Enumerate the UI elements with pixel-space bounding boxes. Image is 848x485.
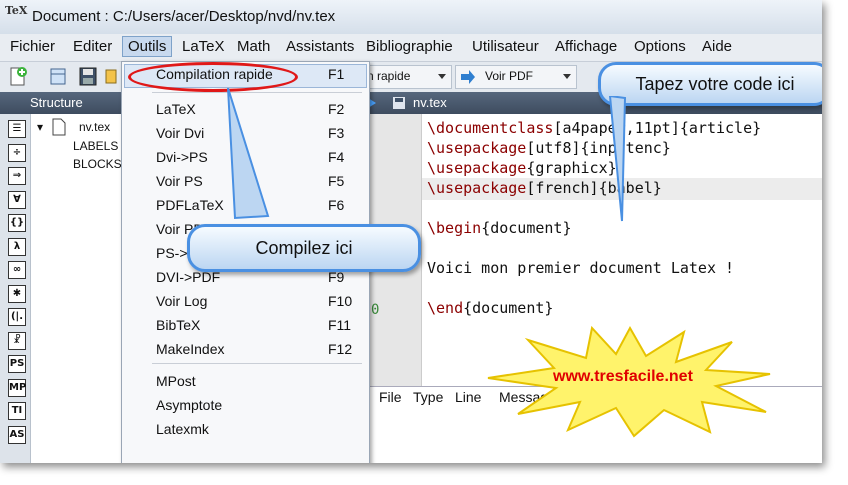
chevron-down-icon (563, 74, 571, 79)
view-pdf-label: Voir PDF (485, 69, 534, 83)
code-text: [a4paper,11pt]{article} (553, 119, 762, 137)
menu-fichier[interactable]: Fichier (10, 38, 55, 55)
menu-item[interactable]: Voir Dvi (156, 125, 204, 141)
symbol-button[interactable]: (|. (8, 308, 26, 326)
symbol-button[interactable]: ☰ (8, 120, 26, 138)
menu-item[interactable]: BibTeX (156, 317, 200, 333)
log-header-file[interactable]: File (379, 389, 402, 405)
code-line: \usepackage{graphicx} (427, 159, 617, 177)
arrow-right-icon (461, 70, 475, 84)
menu-item[interactable]: Asymptote (156, 397, 222, 413)
latex-command: \documentclass (427, 119, 554, 137)
menu-math[interactable]: Math (237, 38, 270, 55)
application-window: TeX Document : C:/Users/acer/Desktop/nvd… (0, 0, 822, 463)
menu-shortcut: F3 (328, 125, 345, 141)
menu-shortcut: F5 (328, 173, 345, 189)
menu-bar: Fichier Editer Outils LaTeX Math Assista… (0, 34, 822, 62)
code-text: Voici mon premier document Latex ! (427, 259, 735, 277)
menu-item[interactable]: LaTeX (156, 101, 196, 117)
callout-tail (227, 88, 270, 220)
callout-compile: Compilez ici (187, 224, 421, 272)
symbol-button[interactable]: λ (8, 237, 26, 256)
latex-command: \end (427, 299, 464, 317)
symbol-button[interactable]: MP (8, 378, 26, 397)
symbol-button[interactable]: {} (8, 214, 26, 232)
symbol-sidebar: ☰ ÷ ⇒ ∀ {} λ ∞ ✱ (|. ☧ PS MP TI AS (0, 114, 31, 463)
structure-title: Structure (30, 95, 83, 110)
menu-item[interactable]: Voir PS (156, 173, 203, 189)
symbol-button[interactable]: ⇒ (8, 167, 26, 185)
menu-shortcut: F6 (328, 197, 345, 213)
menu-options[interactable]: Options (634, 38, 686, 55)
open-file-icon[interactable] (48, 66, 68, 87)
view-combo[interactable]: Voir PDF (455, 65, 577, 89)
tree-item-labels[interactable]: LABELS (73, 139, 118, 153)
log-header-type[interactable]: Type (413, 389, 443, 405)
menu-item[interactable]: Latexmk (156, 421, 209, 437)
save-icon[interactable] (78, 66, 98, 87)
menu-separator (152, 363, 362, 364)
menu-shortcut: F2 (328, 101, 345, 117)
symbol-button[interactable]: ∞ (8, 261, 26, 279)
symbol-button[interactable]: ÷ (8, 143, 26, 162)
menu-item[interactable]: MakeIndex (156, 341, 224, 357)
tree-root[interactable]: nv.tex (79, 120, 110, 134)
save-icon[interactable] (392, 96, 406, 110)
latex-command: \usepackage (427, 179, 527, 197)
menu-shortcut: F11 (328, 317, 352, 333)
website-label: www.tresfacile.net (553, 368, 693, 385)
symbol-button[interactable]: ☧ (8, 331, 26, 350)
menu-utilisateur[interactable]: Utilisateur (472, 38, 539, 55)
collapse-icon[interactable]: ▾ (37, 120, 43, 134)
menu-shortcut: F1 (328, 66, 345, 82)
menu-item[interactable]: Voir Log (156, 293, 207, 309)
menu-latex[interactable]: LaTeX (182, 38, 225, 55)
menu-item[interactable]: MPost (156, 373, 196, 389)
latex-command: \usepackage (427, 139, 527, 157)
latex-command: \begin (427, 219, 482, 237)
code-line: Voici mon premier document Latex ! (427, 259, 734, 277)
callout-tail (608, 96, 627, 222)
menu-shortcut: F4 (328, 149, 345, 165)
editor-tab[interactable]: nv.tex (413, 95, 447, 110)
quick-build-label: n rapide (367, 69, 411, 83)
tree-item-blocks[interactable]: BLOCKS (73, 157, 122, 171)
line-number: 0 (371, 302, 380, 318)
menu-bibliographie[interactable]: Bibliographie (366, 38, 453, 55)
symbol-button[interactable]: ✱ (8, 284, 26, 303)
latex-command: \usepackage (427, 159, 527, 177)
new-file-icon[interactable] (8, 66, 28, 87)
code-line: \end{document} (427, 299, 553, 317)
menu-shortcut: F12 (328, 341, 353, 357)
menu-affichage[interactable]: Affichage (555, 38, 617, 55)
window-title: Document : C:/Users/acer/Desktop/nvd/nv.… (32, 8, 336, 25)
title-bar: TeX Document : C:/Users/acer/Desktop/nvd… (0, 0, 822, 34)
code-text: {document} (463, 299, 554, 317)
code-text: {document} (481, 219, 572, 237)
code-line: \begin{document} (427, 219, 572, 237)
menu-assistants[interactable]: Assistants (286, 38, 354, 55)
chevron-down-icon (438, 74, 446, 79)
menu-shortcut: F10 (328, 293, 353, 309)
file-icon (52, 118, 66, 136)
symbol-button[interactable]: ∀ (8, 190, 26, 209)
symbol-button[interactable]: AS (8, 425, 26, 444)
symbol-button[interactable]: TI (8, 402, 26, 420)
symbol-button[interactable]: PS (8, 355, 26, 373)
menu-outils[interactable]: Outils (122, 36, 173, 57)
menu-aide[interactable]: Aide (702, 38, 732, 55)
menu-editer[interactable]: Editer (73, 38, 112, 55)
texmaker-app-icon: TeX (5, 4, 28, 17)
